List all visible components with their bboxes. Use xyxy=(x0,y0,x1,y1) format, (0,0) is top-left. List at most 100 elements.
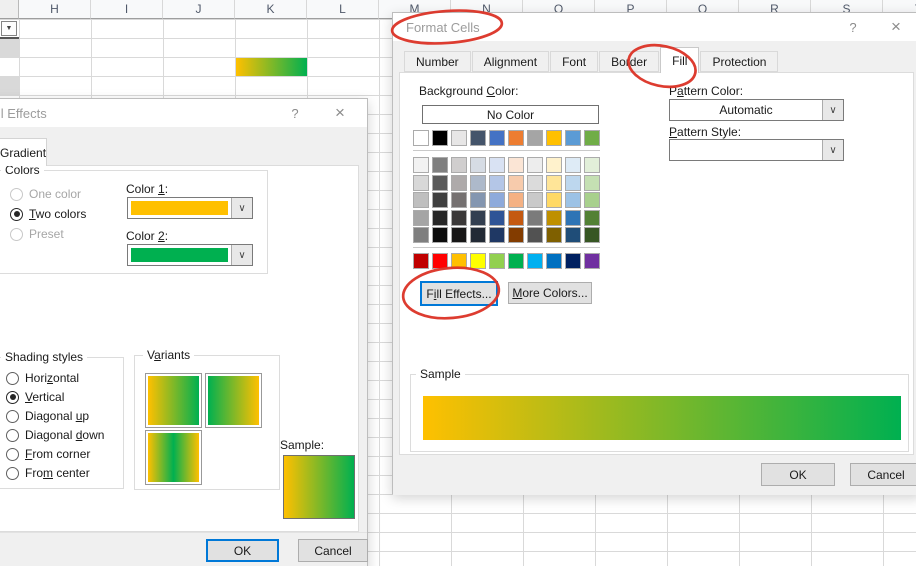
color-swatch[interactable] xyxy=(470,227,486,243)
close-icon[interactable]: × xyxy=(330,99,350,127)
color-swatch[interactable] xyxy=(489,174,505,191)
color-swatch[interactable] xyxy=(527,157,543,173)
radio-option[interactable]: Diagonal up xyxy=(6,409,104,423)
color-swatch[interactable] xyxy=(565,209,581,226)
radio-option[interactable]: Vertical xyxy=(6,390,104,404)
color-swatch[interactable] xyxy=(451,130,467,146)
help-icon[interactable]: ? xyxy=(844,13,862,41)
format-cells-tab[interactable]: Border xyxy=(599,51,660,72)
color-swatch[interactable] xyxy=(546,157,562,173)
color-swatch[interactable] xyxy=(565,192,581,208)
color-swatch[interactable] xyxy=(508,157,524,173)
ok-button[interactable]: OK xyxy=(206,539,279,562)
color-swatch[interactable] xyxy=(451,157,467,173)
cancel-button[interactable]: Cancel xyxy=(850,463,916,486)
more-colors-button[interactable]: More Colors... xyxy=(508,282,592,304)
chevron-down-icon[interactable]: ∨ xyxy=(231,245,252,265)
color-swatch[interactable] xyxy=(546,253,562,269)
radio-option[interactable]: One color xyxy=(10,187,86,201)
color-swatch[interactable] xyxy=(451,209,467,226)
color-swatch[interactable] xyxy=(432,253,448,269)
radio-option[interactable]: From corner xyxy=(6,447,104,461)
color-swatch[interactable] xyxy=(508,227,524,243)
color-swatch[interactable] xyxy=(489,227,505,243)
color-swatch[interactable] xyxy=(432,130,448,146)
color-swatch[interactable] xyxy=(546,192,562,208)
color-swatch[interactable] xyxy=(527,209,543,226)
column-header-partial[interactable] xyxy=(0,0,19,19)
format-cells-tab[interactable]: Protection xyxy=(700,51,779,72)
color-swatch[interactable] xyxy=(546,174,562,191)
color-swatch[interactable] xyxy=(527,227,543,243)
color-swatch[interactable] xyxy=(432,174,448,191)
color-swatch[interactable] xyxy=(508,209,524,226)
radio-option[interactable]: Preset xyxy=(10,227,86,241)
color-swatch[interactable] xyxy=(470,130,486,146)
color-swatch[interactable] xyxy=(470,253,486,269)
color-swatch[interactable] xyxy=(584,227,600,243)
format-cells-tab[interactable]: Font xyxy=(550,51,599,72)
color-swatch[interactable] xyxy=(470,209,486,226)
shaded-cell[interactable] xyxy=(0,39,19,57)
format-cells-tab[interactable]: Number xyxy=(404,51,471,72)
pattern-color-dropdown[interactable]: Automatic ∨ xyxy=(669,99,844,121)
fill-effects-button[interactable]: Fill Effects... xyxy=(420,281,498,306)
color-swatch[interactable] xyxy=(508,174,524,191)
column-header[interactable]: K xyxy=(235,0,307,19)
pattern-style-dropdown[interactable]: ∨ xyxy=(669,139,844,161)
color-swatch[interactable] xyxy=(470,157,486,173)
color-swatch[interactable] xyxy=(527,174,543,191)
color-swatch[interactable] xyxy=(413,192,429,208)
color-swatch[interactable] xyxy=(489,209,505,226)
no-color-button[interactable]: No Color xyxy=(422,105,599,124)
color-swatch[interactable] xyxy=(432,209,448,226)
color-swatch[interactable] xyxy=(546,209,562,226)
color-swatch[interactable] xyxy=(413,157,429,173)
color-swatch[interactable] xyxy=(527,253,543,269)
close-icon[interactable]: × xyxy=(886,13,906,41)
cancel-button[interactable]: Cancel xyxy=(298,539,368,562)
color-swatch[interactable] xyxy=(508,130,524,146)
color-swatch[interactable] xyxy=(451,174,467,191)
color2-dropdown[interactable]: ∨ xyxy=(127,244,253,266)
radio-option[interactable]: From center xyxy=(6,466,104,480)
color-swatch[interactable] xyxy=(508,253,524,269)
color-swatch[interactable] xyxy=(546,227,562,243)
color-swatch[interactable] xyxy=(508,192,524,208)
color1-dropdown[interactable]: ∨ xyxy=(127,197,253,219)
color-swatch[interactable] xyxy=(413,227,429,243)
gradient-filled-cell[interactable] xyxy=(236,58,307,76)
format-cells-tab[interactable]: Fill xyxy=(660,47,700,73)
color-swatch[interactable] xyxy=(565,253,581,269)
variant-thumbnail[interactable] xyxy=(205,373,262,428)
color-swatch[interactable] xyxy=(413,209,429,226)
color-swatch[interactable] xyxy=(451,227,467,243)
color-swatch[interactable] xyxy=(489,253,505,269)
column-header[interactable]: I xyxy=(91,0,163,19)
variant-thumbnail[interactable] xyxy=(145,430,202,485)
chevron-down-icon[interactable]: ∨ xyxy=(822,140,843,160)
color-swatch[interactable] xyxy=(565,157,581,173)
help-icon[interactable]: ? xyxy=(286,99,304,127)
radio-option[interactable]: Diagonal down xyxy=(6,428,104,442)
color-swatch[interactable] xyxy=(527,192,543,208)
color-swatch[interactable] xyxy=(584,174,600,191)
color-swatch[interactable] xyxy=(584,130,600,146)
color-swatch[interactable] xyxy=(413,253,429,269)
filter-dropdown-button[interactable]: ▼ xyxy=(1,21,17,36)
color-swatch[interactable] xyxy=(432,157,448,173)
color-swatch[interactable] xyxy=(432,227,448,243)
column-header[interactable]: L xyxy=(307,0,379,19)
color-swatch[interactable] xyxy=(413,174,429,191)
color-swatch[interactable] xyxy=(432,192,448,208)
color-swatch[interactable] xyxy=(413,130,429,146)
color-swatch[interactable] xyxy=(584,192,600,208)
color-swatch[interactable] xyxy=(527,130,543,146)
radio-option[interactable]: Horizontal xyxy=(6,371,104,385)
color-swatch[interactable] xyxy=(470,192,486,208)
color-swatch[interactable] xyxy=(470,174,486,191)
tab-gradient[interactable]: Gradient xyxy=(0,138,47,166)
shaded-cell[interactable] xyxy=(0,77,19,95)
color-swatch[interactable] xyxy=(565,227,581,243)
color-swatch[interactable] xyxy=(489,157,505,173)
